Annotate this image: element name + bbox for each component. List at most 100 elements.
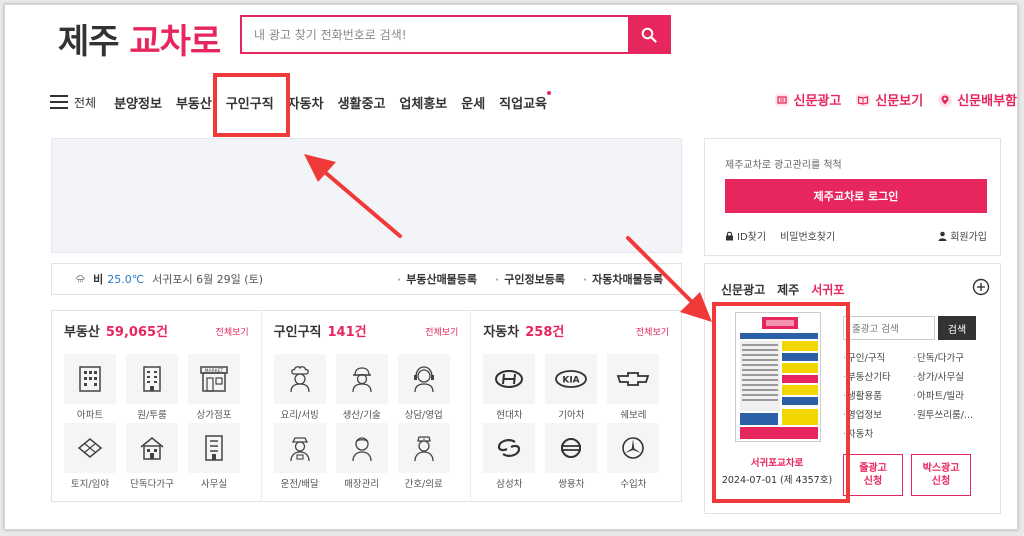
tile-cooking[interactable]: 요리/서빙 [273,354,326,421]
tile-delivery[interactable]: 운전/배달 [273,423,326,490]
list-item[interactable]: 영업정보 [843,407,913,421]
line-ad-search-input[interactable] [844,318,934,341]
list-item[interactable]: 상가/사무실 [913,369,983,383]
nav-item-cars[interactable]: 자동차 [288,93,324,112]
jobs-more-link[interactable]: 전체보기 [425,325,458,338]
jobs-title: 구인구직 [273,325,322,340]
newspaper-box-link[interactable]: 신문배부함 [937,90,1017,109]
cars-count: 258건 [525,325,565,340]
kia-logo-icon: KIA [555,370,588,388]
weather-condition: 비 [93,273,104,286]
list-item[interactable]: 자동차 [843,426,913,440]
register-job-link[interactable]: 구인정보등록 [495,271,565,287]
store-icon: MARKET [200,366,228,392]
tile-kia[interactable]: KIA 기아차 [545,354,598,421]
list-item[interactable]: 단독/다가구 [913,350,983,364]
tile-production[interactable]: 생산/기술 [335,354,388,421]
ad-search-input[interactable] [242,17,628,52]
tile-label: 쉐보레 [620,410,647,421]
register-car-link[interactable]: 자동차매물등록 [583,271,663,287]
ad-banner[interactable] [51,138,682,253]
realestate-section: 부동산 59,065건 전체보기 아파트 원/투룸 MARKET 상가점포 토지… [52,311,262,501]
line-ad-search-box [843,316,935,341]
newspaper-category-list: 구인/구직 단독/다가구 부동산기타 상가/사무실 생활용품 아파트/빌라 영업… [843,350,983,440]
tile-store-manager[interactable]: 매장관리 [335,423,388,490]
tile-nursing[interactable]: 간호/의료 [397,423,450,490]
jobs-count: 141건 [327,325,367,340]
rain-cloud-icon [76,275,85,283]
tile-import[interactable]: 수입차 [607,423,660,490]
register-realestate-link[interactable]: 부동산매물등록 [397,271,477,287]
signup-link[interactable]: 회원가입 [938,228,987,243]
tile-office[interactable]: 사무실 [188,423,240,490]
tile-label: 요리/서빙 [280,410,319,421]
tab-jeju[interactable]: 제주 [777,281,799,298]
nav-item-presale[interactable]: 분양정보 [114,93,162,112]
tile-apartment[interactable]: 아파트 [64,354,116,421]
list-item[interactable]: 부동산기타 [843,369,913,383]
menu-icon[interactable] [50,95,68,109]
chef-icon [290,366,310,393]
list-item[interactable]: 아파트/빌라 [913,388,983,402]
ad-search-box [240,15,671,54]
find-password-link[interactable]: 비밀번호찾기 [780,228,835,243]
tile-label: 상가점포 [196,410,232,421]
location-pin-icon [938,92,953,107]
weather-bar: 비 25.0℃ 서귀포시 6월 29일 (토) 부동산매물등록 구인정보등록 자… [51,263,682,295]
tile-house[interactable]: 단독다가구 [126,423,178,490]
jobs-section: 구인구직 141건 전체보기 요리/서빙 생산/기술 상담/영업 운전/배달 매… [262,311,472,501]
list-item[interactable]: 구인/구직 [843,350,913,364]
nav-item-realestate[interactable]: 부동산 [176,93,212,112]
login-message: 제주교차로 광고관리를 척척 [725,160,842,171]
site-logo[interactable]: 제주 교차로 [58,14,221,63]
ssangyong-logo-icon [561,438,582,458]
nav-item-business[interactable]: 업체홍보 [399,93,447,112]
nav-all[interactable]: 전체 [74,94,96,111]
worker-helmet-icon [352,367,372,393]
realestate-more-link[interactable]: 전체보기 [216,325,249,338]
line-ad-apply-button[interactable]: 줄광고 신청 [843,454,903,496]
login-button[interactable]: 제주교차로 로그인 [725,179,987,213]
driver-icon [290,437,310,462]
tile-label: 원/투룸 [137,410,167,421]
tab-seogwipo[interactable]: 서귀포 [811,281,844,298]
newspaper-ad-label: 신문광고 [793,94,842,109]
box-ad-apply-button[interactable]: 박스광고 신청 [911,454,971,496]
newspaper-ad-link[interactable]: 신문광고 [774,90,842,109]
tile-label: 삼성차 [496,479,523,490]
nav-item-education[interactable]: 직업교육 [499,93,547,112]
newspaper-view-link[interactable]: 신문보기 [855,90,923,109]
main-nav: 전체 분양정보 부동산 구인구직 자동차 생활중고 업체홍보 운세 직업교육 [50,90,565,114]
logo-text-gyocharo: 교차로 [129,22,221,62]
tile-store[interactable]: MARKET 상가점포 [188,354,240,421]
tile-samsung[interactable]: 삼성차 [483,423,536,490]
tile-label: 상담/영업 [404,410,443,421]
line-ad-search-button[interactable]: 검색 [938,316,976,340]
tile-label: 단독다가구 [130,479,174,490]
category-panel: 부동산 59,065건 전체보기 아파트 원/투룸 MARKET 상가점포 토지… [51,310,682,502]
samsung-car-logo-icon [498,439,521,457]
tile-sales[interactable]: 상담/영업 [397,354,450,421]
tab-newspaper-ad[interactable]: 신문광고 [721,281,765,298]
tile-label: 쌍용차 [558,479,585,490]
find-id-link[interactable]: ID찾기 [725,228,766,243]
search-button[interactable] [628,15,670,54]
plus-icon[interactable] [972,278,990,296]
hyundai-logo-icon [495,370,524,388]
list-item[interactable]: 생활용품 [843,388,913,402]
tile-land[interactable]: 토지/임야 [64,423,116,490]
tile-ssangyong[interactable]: 쌍용차 [545,423,598,490]
list-item[interactable]: 원투쓰리룸/... [913,407,983,421]
nav-item-fortune[interactable]: 운세 [461,93,485,112]
nav-item-used-goods[interactable]: 생활중고 [338,93,386,112]
tile-label: 생산/기술 [342,410,381,421]
tile-label: 현대차 [496,410,523,421]
logo-text-jeju: 제주 [58,22,120,62]
office-icon [205,435,223,461]
weather-date: 서귀포시 6월 29일 (토) [152,273,264,286]
svg-text:KIA: KIA [563,376,580,386]
tile-chevrolet[interactable]: 쉐보레 [607,354,660,421]
tile-oneroom[interactable]: 원/투룸 [126,354,178,421]
tile-hyundai[interactable]: 현대차 [483,354,536,421]
cars-more-link[interactable]: 전체보기 [636,325,669,338]
